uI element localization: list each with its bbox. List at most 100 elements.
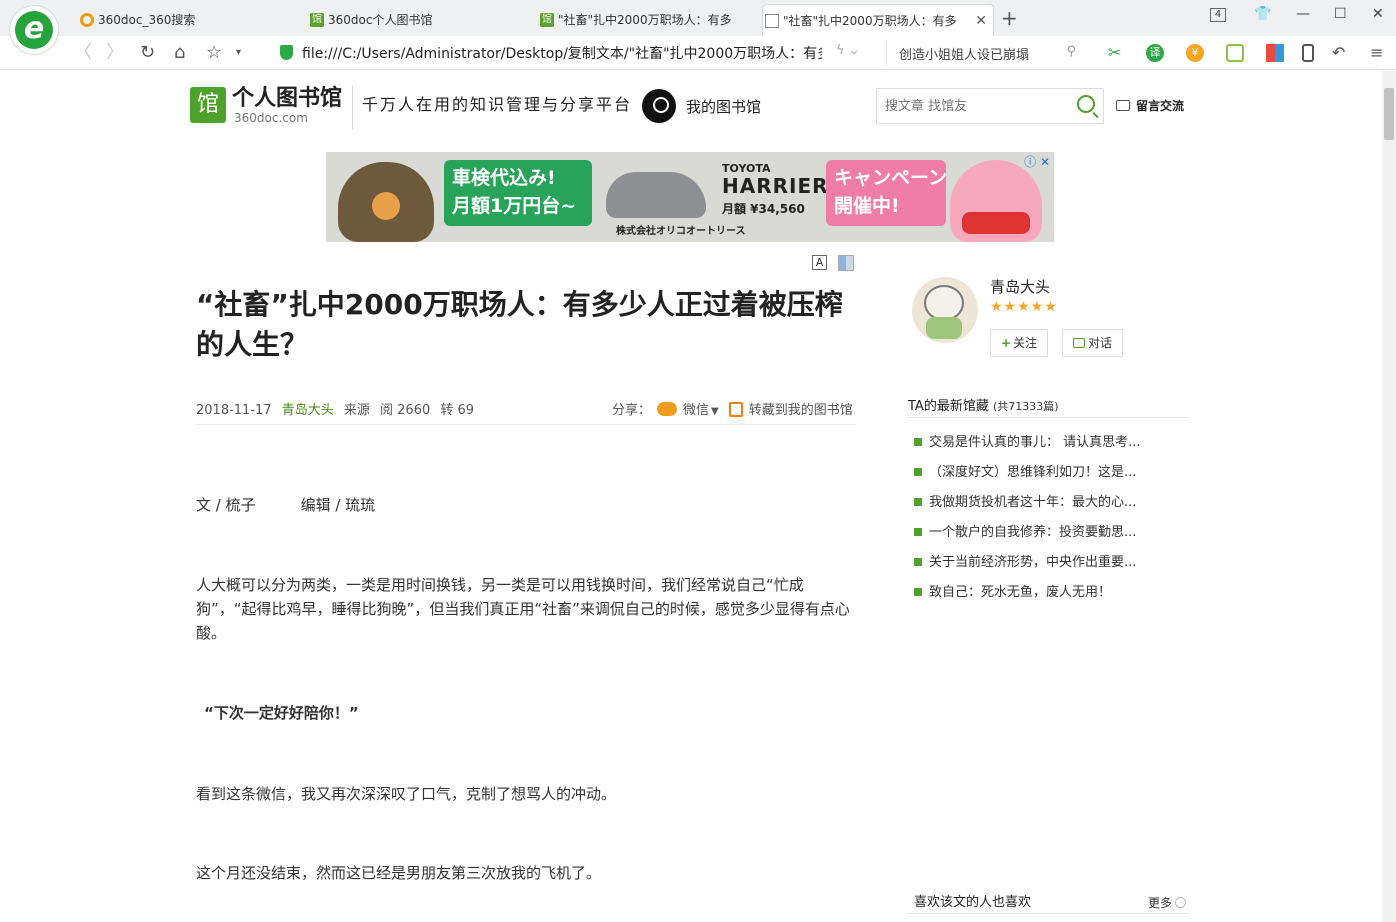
scissors-icon[interactable]: ✂ (1108, 44, 1126, 62)
search-icon[interactable]: ⚲ (1066, 44, 1076, 59)
also-liked-divider (908, 913, 1188, 914)
undo-icon[interactable]: ↶ (1332, 44, 1350, 62)
article-date: 2018-11-17 (196, 403, 272, 418)
scrollbar-track[interactable] (1382, 71, 1396, 922)
chevron-down-icon[interactable]: ▼ (711, 406, 719, 417)
favorite-star-icon[interactable]: ☆ (206, 40, 222, 66)
close-tab-icon[interactable]: ✕ (975, 5, 987, 36)
article-author-link[interactable]: 青岛大头 (282, 403, 334, 418)
back-icon[interactable]: 〈 (74, 40, 92, 66)
search-query[interactable]: 创造小姐姐人设已崩塌 (899, 44, 1029, 63)
latest-item-label: 一个散户的自我修养：投资要勤思... (929, 525, 1137, 540)
home-icon[interactable]: ⌂ (174, 40, 185, 66)
shirt-icon[interactable]: 👕 (1254, 6, 1271, 22)
latest-divider (908, 417, 1188, 418)
document-icon (765, 14, 779, 28)
maximize-icon[interactable]: ☐ (1334, 6, 1347, 22)
speed-mode-icon[interactable]: ϟ ⌄ (836, 43, 860, 58)
follow-label: 关注 (1013, 336, 1038, 350)
bullet-square-icon (914, 588, 922, 596)
game-icon[interactable] (1226, 44, 1244, 62)
latest-item[interactable]: 交易是件认真的事儿： 请认真思考... (914, 431, 1184, 450)
latest-item[interactable]: 一个散户的自我修养：投资要勤思... (914, 521, 1184, 540)
refresh-icon[interactable]: ↻ (140, 40, 155, 66)
article-paragraph: 看到这条微信，我又再次深深叹了口气，克制了想骂人的冲动。 (196, 785, 617, 803)
tab-article-online[interactable]: 馆 "社畜"扎中2000万职场人：有多 (538, 4, 764, 36)
ad-price: 月額 ¥34,560 (722, 202, 805, 216)
latest-title-text: TA的最新馆藏 (908, 399, 989, 414)
site-name[interactable]: 个人图书馆 (232, 85, 342, 111)
close-window-icon[interactable]: ✕ (1372, 6, 1384, 22)
article-quote: “下次一定好好陪你！” (204, 704, 359, 722)
article-paragraph: 这个月还没结束，然而这已经是男朋友第三次放我的飞机了。 (196, 864, 602, 882)
coin-icon[interactable]: ¥ (1186, 44, 1204, 62)
bullet-square-icon (914, 558, 922, 566)
save-to-library-button[interactable]: 转藏到我的图书馆 (749, 403, 853, 418)
site-search (876, 88, 1104, 124)
ad-banner[interactable]: 車検代込み! 月額1万円台~ TOYOTA HARRIER 月額 ¥34,560… (326, 152, 1054, 242)
phone-icon[interactable] (1302, 44, 1314, 62)
chevron-right-icon (1175, 897, 1187, 908)
security-shield-icon (280, 45, 293, 60)
follow-button[interactable]: + 关注 (990, 329, 1049, 357)
browser-tab-bar: e 360doc_360搜索 馆 360doc个人图书馆 馆 "社畜"扎中200… (0, 0, 1396, 54)
article-title: “社畜”扎中2000万职场人：有多少人正过着被压榨的人生？ (196, 288, 843, 361)
minimize-icon[interactable]: — (1296, 6, 1310, 22)
page-content: 馆 个人图书馆 360doc.com 千万人在用的知识管理与分享平台 我的图书馆… (0, 71, 1382, 922)
latest-item[interactable]: （深度好文）思维锋利如刀！这是... (914, 461, 1184, 480)
browser-search-box[interactable]: 创造小姐姐人设已崩塌 ⚲ (886, 40, 1086, 66)
translate-icon[interactable]: 译 (1146, 44, 1164, 62)
chat-label: 对话 (1088, 336, 1113, 350)
ad-close-icon[interactable]: ⓘ ✕ (1024, 153, 1050, 170)
also-liked-title: 喜欢该文的人也喜欢 (914, 895, 1032, 910)
article-reads: 阅 2660 (380, 403, 431, 418)
address-url[interactable]: file:///C:/Users/Administrator/Desktop/复… (302, 43, 822, 63)
wechat-icon[interactable] (657, 402, 678, 416)
more-link[interactable]: 更多 (1148, 894, 1187, 911)
latest-item-label: 关于当前经济形势，中央作出重要... (929, 555, 1137, 570)
search-icon[interactable] (1077, 95, 1095, 113)
ad-right-text: キャンペーン 開催中! (826, 160, 947, 226)
tab-360-search[interactable]: 360doc_360搜索 (78, 4, 304, 36)
latest-item[interactable]: 关于当前经济形势，中央作出重要... (914, 551, 1184, 570)
apps-icon[interactable] (1266, 44, 1284, 62)
latest-item-label: 交易是件认真的事儿： 请认真思考... (929, 435, 1141, 450)
menu-icon[interactable]: ≡ (1370, 44, 1388, 62)
site-search-input[interactable] (885, 96, 1065, 116)
article-source: 来源 (343, 403, 370, 418)
latest-item[interactable]: 致自己：死水无鱼，废人无用！ (914, 581, 1184, 600)
tab-article-local[interactable]: "社畜"扎中2000万职场人：有多 ✕ (762, 4, 994, 36)
latest-item-label: 我做期货投机者这十年：最大的心... (929, 495, 1137, 510)
rating-stars-icon: ★★★★★ (990, 299, 1058, 315)
save-icon[interactable] (728, 402, 743, 417)
user-avatar-icon[interactable] (642, 89, 676, 123)
font-size-icon[interactable]: A (812, 255, 827, 270)
new-tab-button[interactable]: + (1001, 6, 1018, 30)
scrollbar-thumb[interactable] (1384, 88, 1394, 140)
tab-count-badge[interactable]: 4 (1210, 8, 1226, 22)
address-bar[interactable]: file:///C:/Users/Administrator/Desktop/复… (276, 40, 876, 66)
share-label: 分享： (612, 403, 652, 418)
favorites-dropdown-icon[interactable]: ▾ (236, 40, 241, 66)
author-avatar[interactable] (912, 277, 978, 343)
tab-360doc-library[interactable]: 馆 360doc个人图书馆 (308, 4, 534, 36)
article-meta: 2018-11-17 青岛大头 来源 阅 2660 转 69 (196, 399, 480, 418)
library-icon: 馆 (540, 13, 554, 27)
plus-icon: + (1001, 336, 1012, 350)
my-library-link[interactable]: 我的图书馆 (686, 96, 761, 117)
layout-toggle-icon[interactable] (838, 255, 854, 271)
site-slogan: 千万人在用的知识管理与分享平台 (362, 95, 633, 114)
site-header: 馆 个人图书馆 360doc.com 千万人在用的知识管理与分享平台 我的图书馆… (190, 85, 1190, 131)
library-logo-icon[interactable]: 馆 (190, 87, 226, 123)
latest-item[interactable]: 我做期货投机者这十年：最大的心... (914, 491, 1184, 510)
meta-divider (196, 424, 856, 425)
browser-logo[interactable]: e (10, 6, 58, 54)
chat-button[interactable]: 对话 (1062, 329, 1124, 357)
tab-label: 360doc个人图书馆 (328, 13, 433, 27)
author-name[interactable]: 青岛大头 (990, 276, 1050, 297)
site-domain: 360doc.com (234, 111, 308, 125)
forward-icon[interactable]: 〉 (106, 40, 124, 66)
wechat-share-button[interactable]: 微信 (683, 403, 709, 418)
message-link[interactable]: 留言交流 (1116, 97, 1184, 114)
avatar-body (926, 317, 962, 339)
